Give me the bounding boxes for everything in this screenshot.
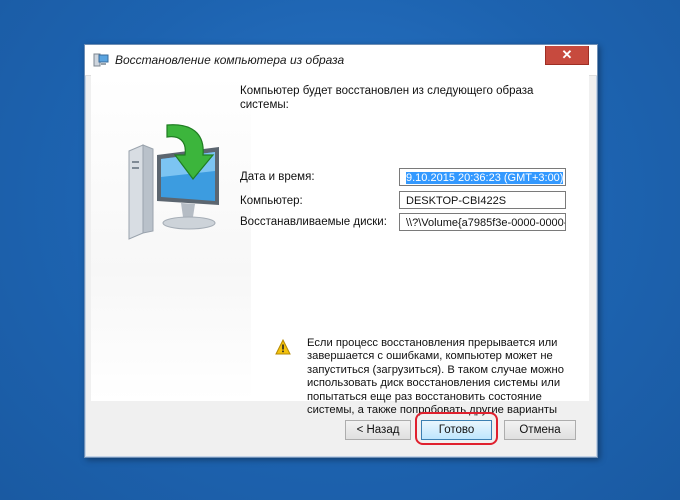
title-bar[interactable]: Восстановление компьютера из образа ✕: [85, 45, 597, 76]
date-time-field[interactable]: 9.10.2015 20:36:23 (GMT+3:00): [399, 168, 566, 186]
computer-field[interactable]: DESKTOP-CBI422S: [399, 191, 566, 209]
date-time-label: Дата и время:: [240, 171, 315, 183]
restore-dialog: Восстановление компьютера из образа ✕ Ко…: [84, 44, 598, 458]
back-button[interactable]: < Назад: [345, 420, 411, 440]
warning-text: Если процесс восстановления прерывается …: [307, 337, 564, 417]
date-time-value: 9.10.2015 20:36:23 (GMT+3:00): [406, 172, 564, 184]
computer-label: Компьютер:: [240, 195, 303, 207]
disks-field[interactable]: \\?\Volume{a7985f3e-0000-0000-: [399, 213, 566, 231]
window-title: Восстановление компьютера из образа: [115, 53, 345, 67]
close-button[interactable]: ✕: [545, 46, 589, 65]
restore-computer-icon: [93, 53, 109, 67]
intro-text: Компьютер будет восстановлен из следующе…: [240, 85, 534, 111]
dialog-content: Компьютер будет восстановлен из следующе…: [91, 75, 589, 416]
finish-button-highlight: [415, 412, 498, 445]
warning-icon: [275, 338, 291, 355]
disks-label: Восстанавливаемые диски:: [240, 216, 387, 228]
cancel-button[interactable]: Отмена: [504, 420, 576, 440]
computer-restore-illustration: [91, 75, 251, 401]
